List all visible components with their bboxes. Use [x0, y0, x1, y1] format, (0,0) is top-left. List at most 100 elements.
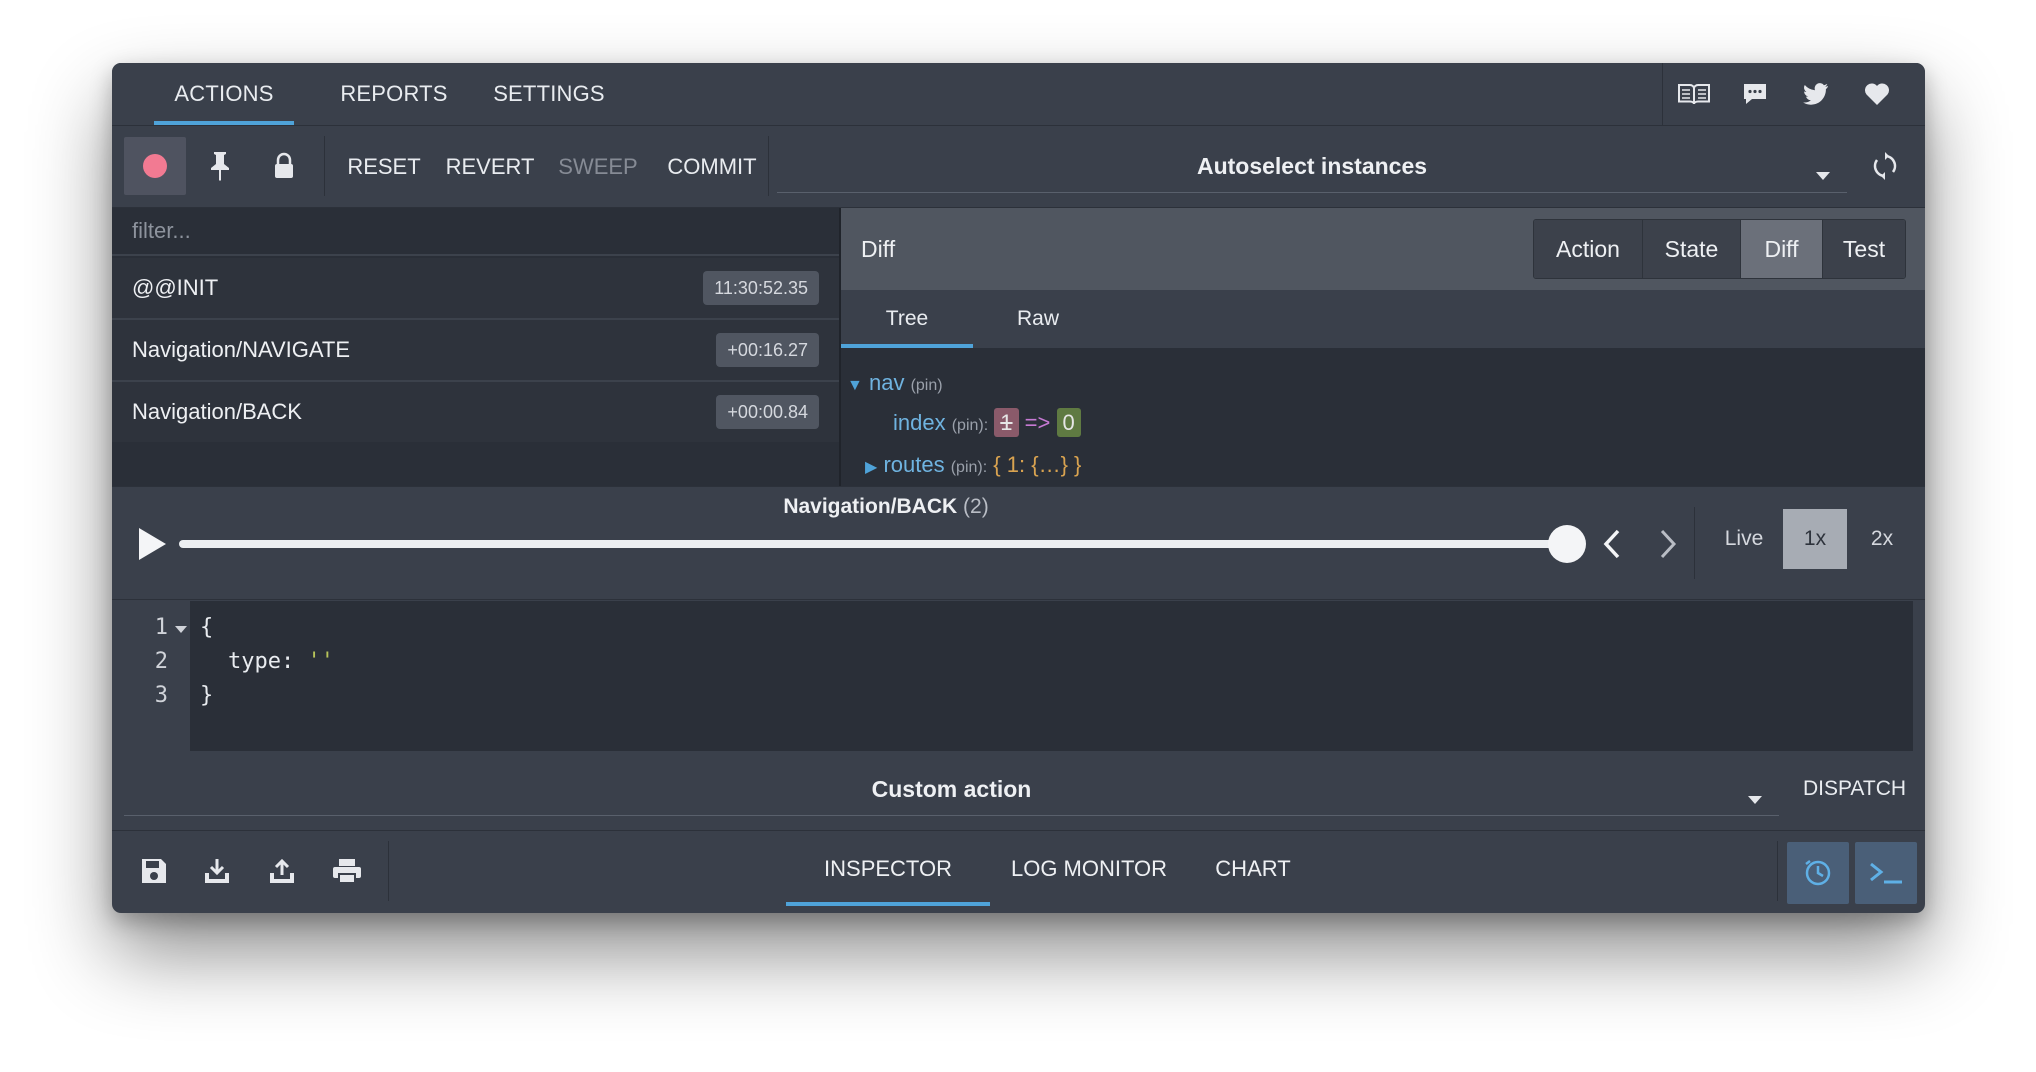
save-button[interactable] — [124, 841, 184, 901]
action-name: Navigation/BACK — [132, 399, 302, 424]
bottom-bar: INSPECTOR LOG MONITOR CHART — [112, 830, 1925, 913]
line-number: 1 — [154, 615, 168, 640]
divider — [1777, 841, 1778, 901]
diff-tree: ▼ nav (pin) index (pin): 1 => 0 ▶ routes… — [841, 348, 1925, 486]
code-line: { — [200, 615, 214, 640]
tab-reports[interactable]: REPORTS — [334, 63, 454, 125]
console-button[interactable] — [1855, 842, 1917, 904]
added-value: 0 — [1056, 408, 1081, 437]
divider — [388, 841, 389, 901]
custom-action-select[interactable]: Custom action — [124, 763, 1779, 816]
next-button[interactable] — [1650, 522, 1686, 566]
tree-node-index: index (pin): 1 => 0 — [893, 408, 1081, 437]
remote-icon — [1805, 860, 1831, 886]
twitter-icon[interactable] — [1785, 63, 1846, 125]
print-button[interactable] — [317, 841, 377, 901]
chevron-down-icon — [1747, 784, 1763, 811]
tree-node-routes[interactable]: ▶ routes (pin): { 1: {…} } — [865, 452, 1081, 478]
view-diff-button[interactable]: Diff — [1741, 220, 1823, 278]
tab-chart[interactable]: CHART — [1188, 831, 1318, 906]
speed-1x-button[interactable]: 1x — [1783, 509, 1847, 569]
tree-node-nav[interactable]: ▼ nav (pin) — [847, 370, 943, 396]
lock-button[interactable] — [256, 137, 312, 195]
chevron-left-icon — [1603, 529, 1620, 559]
tree-key: nav — [868, 370, 905, 395]
speed-live-button[interactable]: Live — [1712, 509, 1776, 569]
instance-select[interactable]: Autoselect instances — [777, 140, 1847, 193]
refresh-button[interactable] — [1860, 140, 1910, 192]
record-button[interactable] — [124, 137, 186, 195]
fold-arrow-icon[interactable] — [174, 622, 188, 640]
slider-handle[interactable] — [1548, 525, 1586, 563]
code-string: '' — [307, 649, 334, 674]
previous-button[interactable] — [1594, 522, 1630, 566]
collapsed-triangle-icon: ▶ — [865, 459, 878, 476]
panel-title: Diff — [861, 235, 896, 262]
filter-input[interactable]: filter... — [112, 208, 839, 256]
tab-raw[interactable]: Raw — [973, 290, 1103, 348]
view-selector: Action State Diff Test — [1533, 219, 1906, 279]
tab-inspector[interactable]: INSPECTOR — [786, 831, 990, 906]
tab-log-monitor[interactable]: LOG MONITOR — [1004, 831, 1174, 906]
tab-settings[interactable]: SETTINGS — [484, 63, 614, 125]
instance-select-label: Autoselect instances — [1196, 152, 1428, 179]
slider-action-name: Navigation/BACK — [783, 495, 958, 518]
play-button[interactable] — [132, 520, 172, 568]
record-icon — [143, 154, 167, 178]
diff-subtabs: Tree Raw — [841, 290, 1925, 348]
remote-button[interactable] — [1787, 842, 1849, 904]
pin-button[interactable] — [192, 137, 248, 195]
slider-track[interactable] — [179, 540, 1559, 548]
action-time: +00:00.84 — [716, 395, 819, 429]
removed-value: 1 — [994, 408, 1019, 437]
tab-tree[interactable]: Tree — [841, 290, 973, 348]
diff-header: Diff Action State Diff Test — [841, 208, 1925, 290]
chat-icon[interactable] — [1724, 63, 1785, 125]
pin-link[interactable]: (pin) — [911, 377, 943, 394]
speed-2x-button[interactable]: 2x — [1850, 509, 1914, 569]
line-number: 2 — [154, 649, 168, 674]
code-editor[interactable]: { type: '' } — [190, 601, 1913, 751]
upload-button[interactable] — [252, 841, 312, 901]
tab-actions[interactable]: ACTIONS — [154, 63, 294, 125]
divider — [1694, 507, 1695, 579]
terminal-icon — [1870, 862, 1902, 884]
tree-key: routes — [883, 452, 945, 477]
chevron-down-icon — [1815, 160, 1831, 187]
book-icon[interactable] — [1663, 63, 1724, 125]
reset-button[interactable]: RESET — [338, 126, 430, 207]
play-icon — [139, 528, 166, 560]
pin-link[interactable]: (pin): — [951, 459, 987, 476]
code-line: type: '' — [228, 649, 334, 674]
commit-button[interactable]: COMMIT — [652, 126, 772, 207]
action-time: +00:16.27 — [716, 333, 819, 367]
toolbar: RESET REVERT SWEEP COMMIT Autoselect ins… — [112, 126, 1925, 208]
sweep-button[interactable]: SWEEP — [548, 126, 648, 207]
view-action-button[interactable]: Action — [1534, 220, 1643, 278]
view-state-button[interactable]: State — [1643, 220, 1741, 278]
editor-gutter: 1 2 3 — [112, 601, 190, 751]
dispatch-button[interactable]: DISPATCH — [1792, 763, 1917, 815]
pin-link[interactable]: (pin): — [952, 417, 988, 434]
tree-key: index — [893, 410, 946, 435]
download-button[interactable] — [187, 841, 247, 901]
action-name: @@INIT — [132, 275, 219, 300]
divider — [324, 136, 325, 196]
expanded-triangle-icon: ▼ — [847, 377, 863, 394]
line-number: 3 — [154, 683, 168, 708]
heart-icon[interactable] — [1846, 63, 1907, 125]
devtools-window: ACTIONS REPORTS SETTINGS RESET REVERT SW… — [112, 63, 1925, 913]
action-name: Navigation/NAVIGATE — [132, 337, 351, 362]
action-item[interactable]: Navigation/BACK +00:00.84 — [112, 382, 839, 442]
view-test-button[interactable]: Test — [1823, 220, 1905, 278]
revert-button[interactable]: REVERT — [438, 126, 542, 207]
code-key: type: — [228, 649, 295, 674]
sync-icon — [1873, 152, 1897, 180]
action-item[interactable]: @@INIT 11:30:52.35 — [112, 258, 839, 320]
save-icon — [142, 859, 166, 883]
lock-icon — [275, 152, 293, 178]
action-item[interactable]: Navigation/NAVIGATE +00:16.27 — [112, 320, 839, 382]
action-list: filter... @@INIT 11:30:52.35 Navigation/… — [112, 208, 841, 486]
upload-icon — [270, 858, 294, 883]
diff-panel: Diff Action State Diff Test Tree Raw ▼ n… — [841, 208, 1925, 486]
